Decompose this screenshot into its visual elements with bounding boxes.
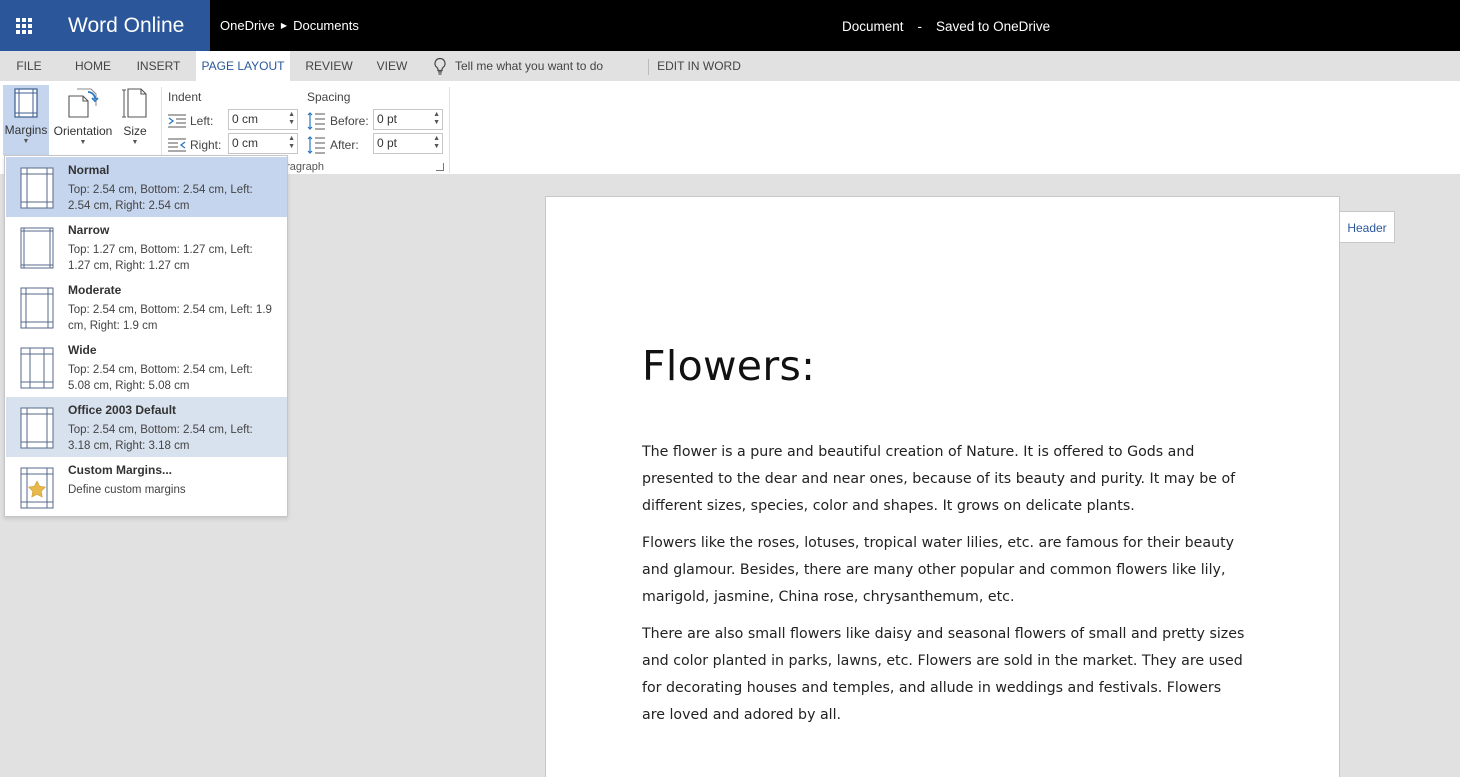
title-bar: Word Online OneDrive ▶ Documents Documen… bbox=[0, 0, 1460, 51]
size-button[interactable]: Size ▼ bbox=[117, 85, 153, 155]
spinner-arrows-icon[interactable]: ▲ ▼ bbox=[288, 111, 295, 127]
tab-page-layout[interactable]: PAGE LAYOUT bbox=[196, 51, 290, 81]
indent-left-icon bbox=[168, 114, 186, 128]
margin-normal-icon bbox=[20, 167, 54, 209]
document-paragraph-2[interactable]: Flowers like the roses, lotuses, tropica… bbox=[642, 530, 1247, 611]
breadcrumb-onedrive[interactable]: OneDrive bbox=[220, 0, 275, 53]
margin-option-desc: Top: 2.54 cm, Bottom: 2.54 cm, Left: 1.9… bbox=[68, 304, 272, 332]
chevron-down-icon: ▼ bbox=[131, 139, 139, 146]
margin-option-normal[interactable]: Normal Top: 2.54 cm, Bottom: 2.54 cm, Le… bbox=[6, 157, 287, 217]
spacing-before-label: Before: bbox=[330, 114, 369, 128]
document-name[interactable]: Document bbox=[842, 19, 904, 34]
spinner-arrows-icon[interactable]: ▲ ▼ bbox=[433, 111, 440, 127]
waffle-icon bbox=[15, 17, 32, 34]
document-paragraph-3[interactable]: There are also small flowers like daisy … bbox=[642, 621, 1247, 729]
tab-view[interactable]: VIEW bbox=[371, 51, 413, 81]
document-paragraph-1[interactable]: The flower is a pure and beautiful creat… bbox=[642, 439, 1247, 520]
margin-option-desc: Top: 2.54 cm, Bottom: 2.54 cm, Left: 5.0… bbox=[68, 364, 253, 392]
star-icon bbox=[20, 467, 54, 509]
spacing-before-input[interactable]: 0 pt ▲ ▼ bbox=[373, 109, 443, 130]
tabs-divider bbox=[648, 59, 649, 75]
margin-option-desc: Top: 1.27 cm, Bottom: 1.27 cm, Left: 1.2… bbox=[68, 244, 253, 272]
dialog-launcher-icon[interactable] bbox=[436, 163, 444, 171]
spacing-after-input[interactable]: 0 pt ▲ ▼ bbox=[373, 133, 443, 154]
indent-title: Indent bbox=[168, 90, 202, 104]
tell-me-placeholder: Tell me what you want to do bbox=[455, 59, 604, 73]
tab-file[interactable]: FILE bbox=[8, 51, 50, 81]
margin-option-name: Narrow bbox=[68, 223, 110, 237]
tab-home[interactable]: HOME bbox=[68, 51, 118, 81]
spinner-arrows-icon[interactable]: ▲ ▼ bbox=[433, 135, 440, 151]
indent-right-icon bbox=[168, 138, 186, 152]
spacing-after-value: 0 pt bbox=[377, 136, 398, 150]
indent-left-input[interactable]: 0 cm ▲ ▼ bbox=[228, 109, 298, 130]
margin-office-2003-icon bbox=[20, 407, 54, 449]
orientation-label: Orientation bbox=[53, 124, 113, 138]
indent-left-label: Left: bbox=[190, 114, 214, 128]
margins-label: Margins bbox=[4, 123, 48, 137]
app-name[interactable]: Word Online bbox=[47, 0, 210, 51]
tab-review[interactable]: REVIEW bbox=[300, 51, 358, 81]
breadcrumb-documents[interactable]: Documents bbox=[293, 0, 359, 53]
indent-left-value: 0 cm bbox=[232, 112, 259, 126]
spacing-title: Spacing bbox=[307, 90, 351, 104]
orientation-button[interactable]: Orientation ▼ bbox=[52, 85, 114, 155]
margin-wide-icon bbox=[20, 347, 54, 389]
breadcrumb-chevron-icon: ▶ bbox=[280, 20, 288, 30]
header-button[interactable]: Header bbox=[1340, 211, 1395, 243]
document-status: Document - Saved to OneDrive bbox=[842, 0, 1050, 51]
lightbulb-icon bbox=[434, 57, 446, 75]
tab-insert[interactable]: INSERT bbox=[131, 51, 186, 81]
margin-option-name: Moderate bbox=[68, 283, 122, 297]
margin-option-office-2003[interactable]: Office 2003 Default Top: 2.54 cm, Bottom… bbox=[6, 397, 287, 457]
margin-option-name: Normal bbox=[68, 163, 110, 177]
edit-in-word-button[interactable]: EDIT IN WORD bbox=[656, 51, 742, 81]
status-separator: - bbox=[917, 19, 923, 34]
margins-dropdown: Normal Top: 2.54 cm, Bottom: 2.54 cm, Le… bbox=[4, 155, 288, 517]
tell-me-search[interactable]: Tell me what you want to do bbox=[433, 51, 603, 81]
margin-option-desc: Top: 2.54 cm, Bottom: 2.54 cm, Left: 2.5… bbox=[68, 184, 253, 212]
spacing-after-icon bbox=[307, 136, 325, 154]
breadcrumb: OneDrive ▶ Documents bbox=[220, 0, 359, 51]
save-status: Saved to OneDrive bbox=[936, 19, 1051, 34]
margin-option-custom[interactable]: Custom Margins... Define custom margins bbox=[6, 457, 287, 517]
spacing-before-icon bbox=[307, 112, 325, 130]
group-divider bbox=[449, 87, 450, 173]
margins-icon bbox=[14, 88, 38, 118]
indent-right-input[interactable]: 0 cm ▲ ▼ bbox=[228, 133, 298, 154]
spinner-arrows-icon[interactable]: ▲ ▼ bbox=[288, 135, 295, 151]
size-label: Size bbox=[123, 124, 147, 138]
page-size-icon bbox=[122, 88, 147, 118]
margin-option-desc: Top: 2.54 cm, Bottom: 2.54 cm, Left: 3.1… bbox=[68, 424, 253, 452]
margin-moderate-icon bbox=[20, 287, 54, 329]
margin-option-name: Office 2003 Default bbox=[68, 403, 177, 417]
margin-option-name: Wide bbox=[68, 343, 97, 357]
indent-right-label: Right: bbox=[190, 138, 222, 152]
chevron-down-icon: ▼ bbox=[79, 139, 87, 146]
ribbon-tabs: FILE HOME INSERT PAGE LAYOUT REVIEW VIEW… bbox=[0, 51, 1460, 81]
app-launcher-button[interactable] bbox=[0, 0, 47, 51]
orientation-icon bbox=[68, 88, 99, 118]
margin-option-desc: Define custom margins bbox=[68, 484, 186, 496]
document-title[interactable]: Flowers: bbox=[642, 342, 815, 390]
margin-option-narrow[interactable]: Narrow Top: 1.27 cm, Bottom: 1.27 cm, Le… bbox=[6, 217, 287, 277]
spacing-before-value: 0 pt bbox=[377, 112, 398, 126]
document-page[interactable]: Flowers: The flower is a pure and beauti… bbox=[545, 196, 1340, 777]
margins-button[interactable]: Margins ▼ bbox=[3, 85, 49, 155]
indent-right-value: 0 cm bbox=[232, 136, 259, 150]
chevron-down-icon: ▼ bbox=[22, 138, 30, 145]
margin-option-moderate[interactable]: Moderate Top: 2.54 cm, Bottom: 2.54 cm, … bbox=[6, 277, 287, 337]
margin-narrow-icon bbox=[20, 227, 54, 269]
margin-option-wide[interactable]: Wide Top: 2.54 cm, Bottom: 2.54 cm, Left… bbox=[6, 337, 287, 397]
spacing-after-label: After: bbox=[330, 138, 359, 152]
margin-option-name: Custom Margins... bbox=[68, 463, 173, 477]
